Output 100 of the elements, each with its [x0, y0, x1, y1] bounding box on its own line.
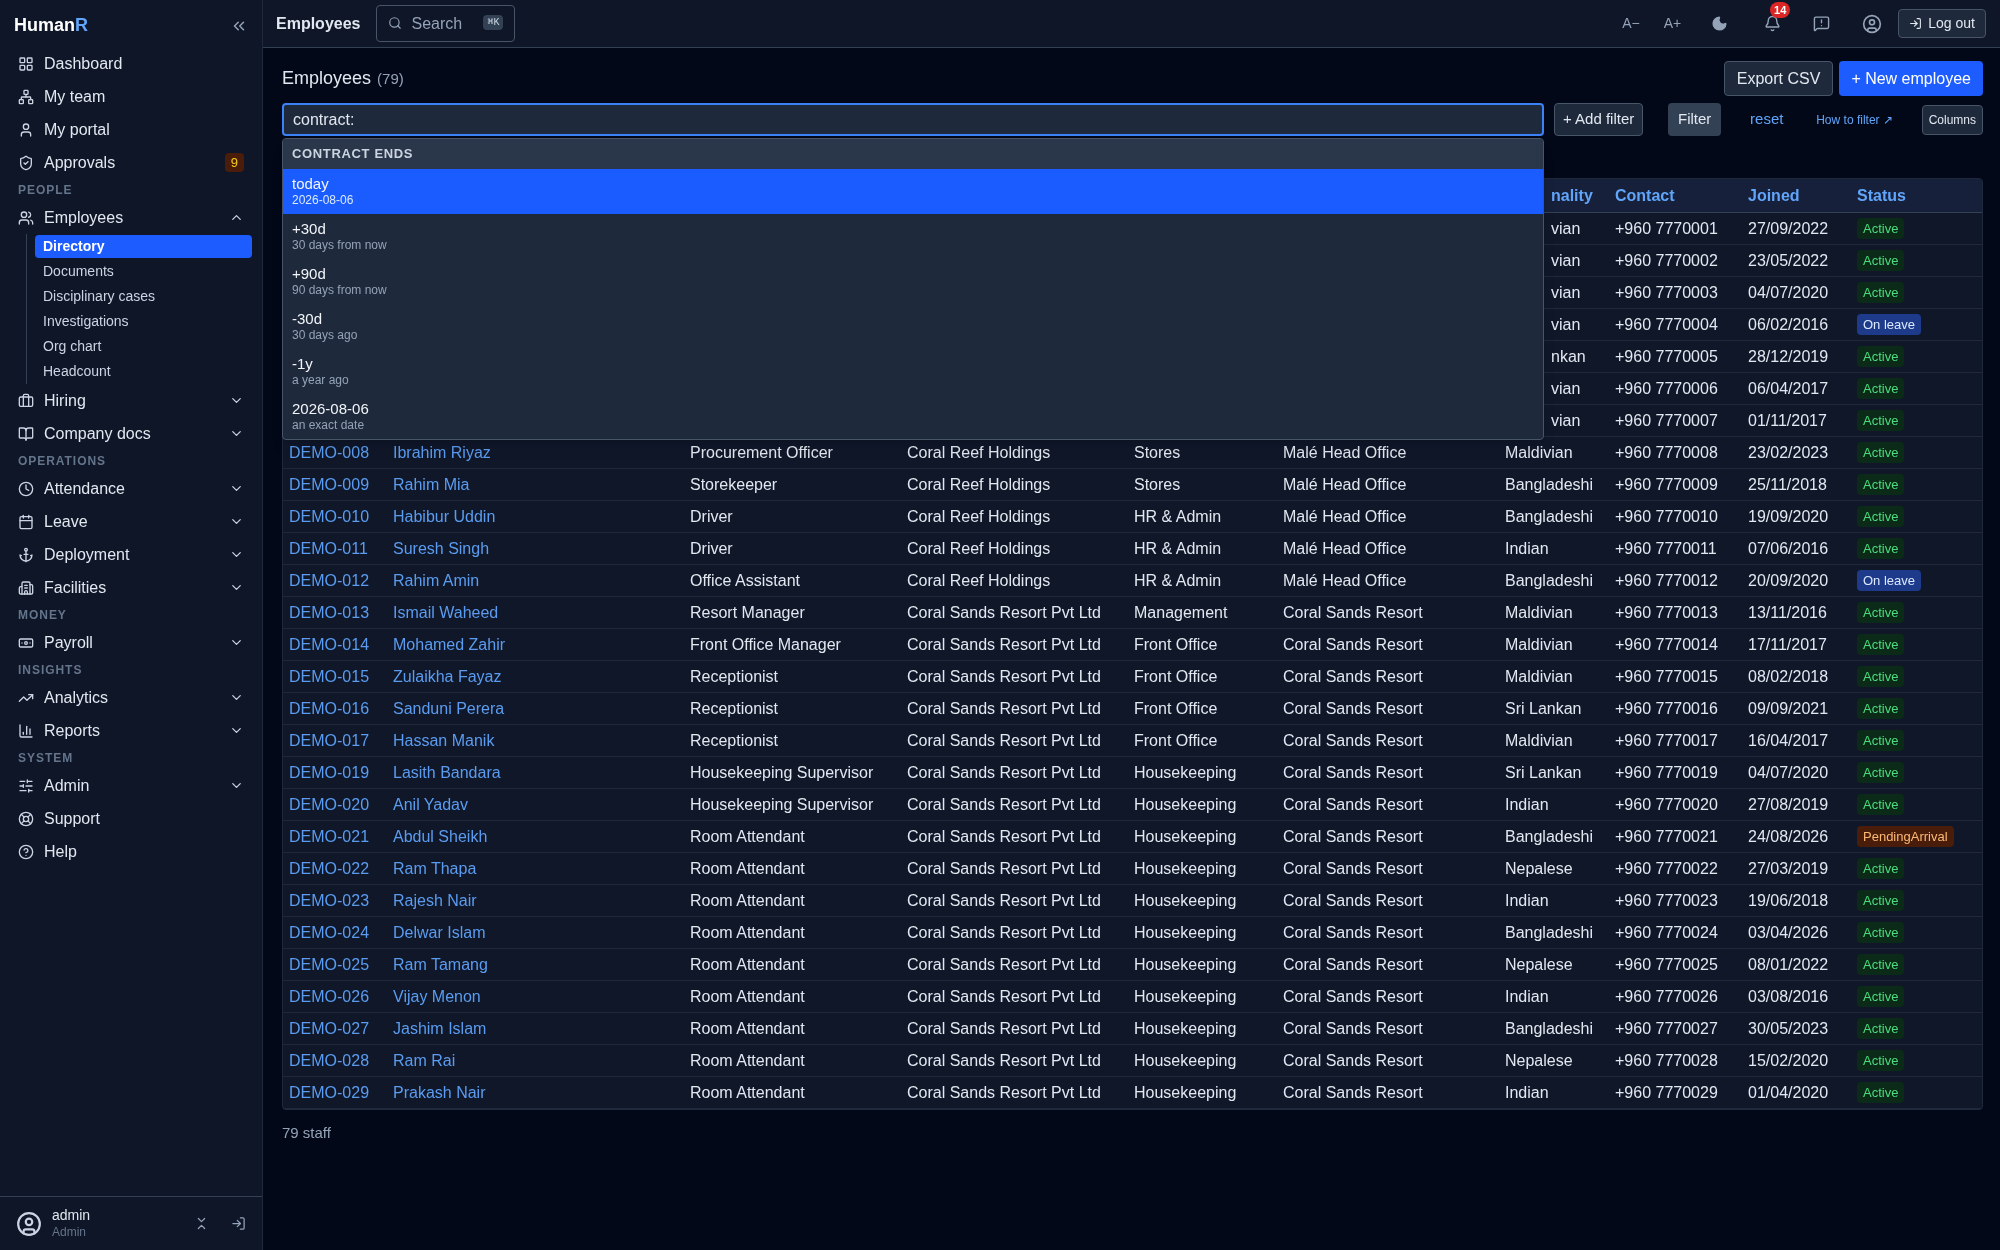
- employee-name-link[interactable]: Suresh Singh: [393, 536, 490, 561]
- employee-id-link[interactable]: DEMO-027: [289, 1016, 370, 1041]
- employee-name-link[interactable]: Abdul Sheikh: [393, 824, 488, 849]
- table-cell-text: Coral Reef Holdings: [907, 538, 1051, 559]
- nav-item[interactable]: Company docs: [10, 417, 252, 450]
- employee-name-link[interactable]: Rajesh Nair: [393, 888, 477, 913]
- table-cell-text: Coral Reef Holdings: [907, 442, 1051, 463]
- employee-id-link[interactable]: DEMO-015: [289, 664, 370, 689]
- employee-id-link[interactable]: DEMO-028: [289, 1048, 370, 1073]
- sub-nav-item[interactable]: Org chart: [35, 335, 252, 358]
- employee-name-link[interactable]: Ibrahim Riyaz: [393, 440, 491, 465]
- employee-name-link[interactable]: Delwar Islam: [393, 920, 486, 945]
- suggestion-option[interactable]: +30d 30 days from now: [283, 214, 1543, 259]
- add-filter-button[interactable]: + Add filter: [1554, 103, 1644, 136]
- new-employee-button[interactable]: + New employee: [1839, 61, 1983, 96]
- status-badge: PendingArrival: [1857, 825, 1954, 848]
- employee-name-link[interactable]: Lasith Bandara: [393, 760, 501, 785]
- employee-name-link[interactable]: Ram Thapa: [393, 856, 477, 881]
- help-link[interactable]: How to filter ↗: [1812, 110, 1897, 129]
- employee-name-link[interactable]: Hassan Manik: [393, 728, 495, 753]
- sub-nav-item[interactable]: Directory: [35, 235, 252, 258]
- increase-font-button[interactable]: A+: [1659, 13, 1686, 34]
- employee-id-link[interactable]: DEMO-014: [289, 632, 370, 657]
- table-cell-text: 04/07/2020: [1748, 762, 1829, 783]
- employee-id-link[interactable]: DEMO-010: [289, 504, 370, 529]
- employee-name-link[interactable]: Habibur Uddin: [393, 504, 496, 529]
- sub-nav-item[interactable]: Documents: [35, 260, 252, 283]
- nav-item[interactable]: Payroll: [10, 626, 252, 659]
- moon-icon[interactable]: [1711, 15, 1729, 32]
- column-header[interactable]: Contact: [1615, 183, 1675, 208]
- profile-icon[interactable]: [1862, 13, 1883, 34]
- column-header[interactable]: Joined: [1748, 183, 1800, 208]
- nav-item[interactable]: Facilities: [10, 571, 252, 604]
- employee-id-link[interactable]: DEMO-011: [289, 536, 368, 561]
- employee-id-link[interactable]: DEMO-009: [289, 472, 370, 497]
- logout-button[interactable]: Log out: [1898, 9, 1986, 38]
- employee-id-link[interactable]: DEMO-022: [289, 856, 370, 881]
- export-button[interactable]: Export CSV: [1723, 61, 1834, 96]
- employee-id-link[interactable]: DEMO-029: [289, 1080, 370, 1105]
- employee-id-link[interactable]: DEMO-023: [289, 888, 370, 913]
- employee-id-link[interactable]: DEMO-019: [289, 760, 370, 785]
- table-cell-text: Coral Reef Holdings: [907, 474, 1051, 495]
- nav-item[interactable]: Support: [10, 802, 252, 835]
- logout-icon[interactable]: [231, 1216, 246, 1231]
- employee-id-link[interactable]: DEMO-020: [289, 792, 370, 817]
- bell-icon[interactable]: [1764, 15, 1782, 32]
- sub-nav-item[interactable]: Investigations: [35, 310, 252, 333]
- sub-nav-item[interactable]: Headcount: [35, 360, 252, 383]
- column-header[interactable]: Status: [1857, 183, 1906, 208]
- nav-item[interactable]: My portal: [10, 113, 252, 146]
- nav-item[interactable]: Admin: [10, 769, 252, 802]
- nav-item[interactable]: My team: [10, 80, 252, 113]
- sub-nav-item[interactable]: Disciplinary cases: [35, 285, 252, 308]
- reset-link[interactable]: reset: [1746, 108, 1788, 131]
- nav-item[interactable]: Attendance: [10, 472, 252, 505]
- employee-name-link[interactable]: Anil Yadav: [393, 792, 468, 817]
- table-cell-text: 06/04/2017: [1748, 378, 1829, 399]
- employee-id-link[interactable]: DEMO-026: [289, 984, 370, 1009]
- feedback-icon[interactable]: [1813, 15, 1831, 32]
- nav-item[interactable]: Deployment: [10, 538, 252, 571]
- employee-id-link[interactable]: DEMO-016: [289, 696, 370, 721]
- employee-name-link[interactable]: Zulaikha Fayaz: [393, 664, 502, 689]
- filter-button[interactable]: Filter: [1668, 103, 1722, 136]
- employee-name-link[interactable]: Rahim Amin: [393, 568, 480, 593]
- suggestion-option[interactable]: 2026-08-06 an exact date: [283, 394, 1543, 439]
- employee-id-link[interactable]: DEMO-013: [289, 600, 370, 625]
- nav-item[interactable]: Leave: [10, 505, 252, 538]
- employee-name-link[interactable]: Prakash Nair: [393, 1080, 486, 1105]
- nav-item[interactable]: Hiring: [10, 384, 252, 417]
- employee-id-link[interactable]: DEMO-025: [289, 952, 370, 977]
- employee-name-link[interactable]: Ismail Waheed: [393, 600, 499, 625]
- columns-button[interactable]: Columns: [1921, 104, 1983, 135]
- employee-id-link[interactable]: DEMO-017: [289, 728, 370, 753]
- suggestion-option[interactable]: +90d 90 days from now: [283, 259, 1543, 304]
- nav-item[interactable]: Reports: [10, 714, 252, 747]
- suggestion-option[interactable]: -1y a year ago: [283, 349, 1543, 394]
- suggestion-option[interactable]: today 2026-08-06: [283, 169, 1543, 214]
- employee-id-link[interactable]: DEMO-008: [289, 440, 370, 465]
- status-badge: Active: [1857, 217, 1905, 240]
- employee-id-link[interactable]: DEMO-012: [289, 568, 370, 593]
- employee-name-link[interactable]: Vijay Menon: [393, 984, 481, 1009]
- table-cell-text: Nepalese: [1505, 858, 1573, 879]
- nav-item[interactable]: Help: [10, 835, 252, 868]
- employee-id-link[interactable]: DEMO-024: [289, 920, 370, 945]
- filter-field[interactable]: contract:: [282, 103, 1544, 136]
- employee-name-link[interactable]: Rahim Mia: [393, 472, 470, 497]
- employee-name-link[interactable]: Sanduni Perera: [393, 696, 505, 721]
- nav-item[interactable]: Employees: [10, 201, 252, 234]
- employee-id-link[interactable]: DEMO-021: [289, 824, 370, 849]
- column-header[interactable]: nality: [1551, 183, 1593, 208]
- nav-item[interactable]: Analytics: [10, 681, 252, 714]
- employee-name-link[interactable]: Jashim Islam: [393, 1016, 487, 1041]
- table-cell-text: Office Assistant: [690, 570, 800, 591]
- nav-item[interactable]: Approvals 9: [10, 146, 252, 179]
- nav-item[interactable]: Dashboard: [10, 47, 252, 80]
- decrease-font-button[interactable]: A−: [1618, 13, 1644, 34]
- employee-name-link[interactable]: Ram Tamang: [393, 952, 488, 977]
- suggestion-option[interactable]: -30d 30 days ago: [283, 304, 1543, 349]
- employee-name-link[interactable]: Ram Rai: [393, 1048, 456, 1073]
- employee-name-link[interactable]: Mohamed Zahir: [393, 632, 506, 657]
